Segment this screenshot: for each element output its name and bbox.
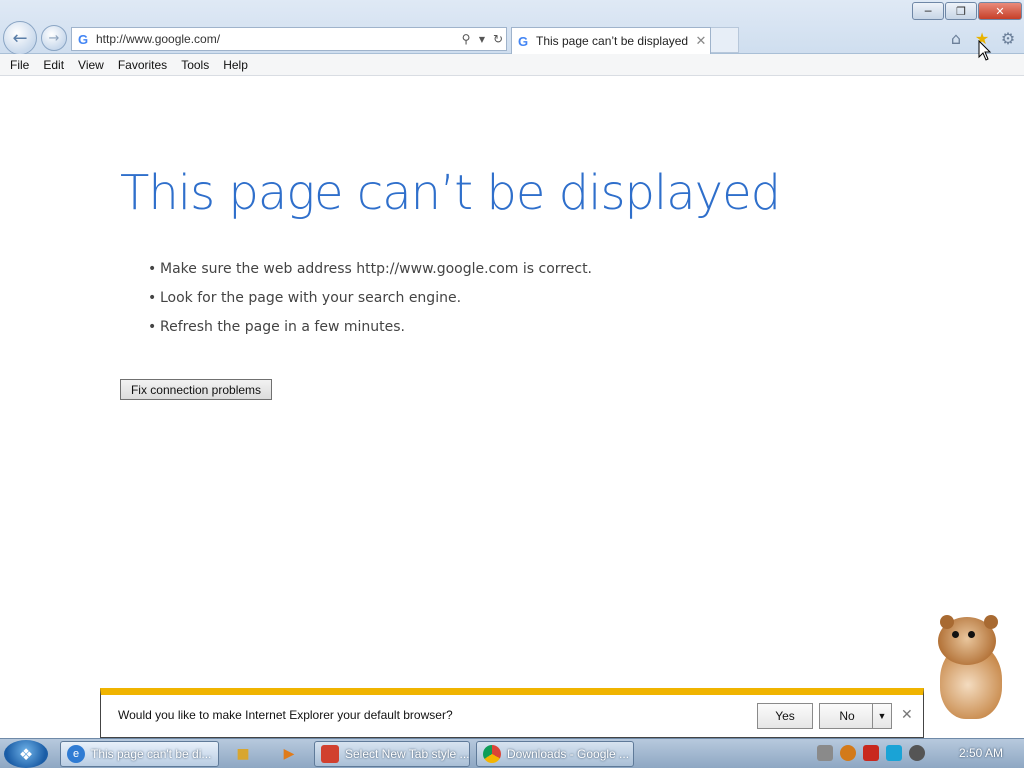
no-button[interactable]: No [819, 703, 875, 729]
tab-active[interactable]: G This page can’t be displayed ✕ [511, 27, 711, 54]
restore-button[interactable]: ❐ [945, 2, 977, 20]
menu-help[interactable]: Help [217, 58, 254, 72]
tray-app-icon[interactable] [817, 745, 833, 761]
google-favicon-icon: G [518, 33, 529, 49]
new-tab-button[interactable] [711, 27, 739, 53]
no-options-dropdown[interactable]: ▼ [872, 703, 892, 729]
back-button[interactable]: ← [3, 21, 37, 55]
taskbar-item-ie[interactable]: e This page can't be di... [60, 741, 219, 767]
taskbar-item-label: Select New Tab style ... [345, 747, 470, 761]
chevron-down-icon: ▼ [877, 711, 887, 721]
tray-volume-icon[interactable] [909, 745, 925, 761]
browser-toolbar: ← → G http://www.google.com/ ⚲ ▼ ↻ G Thi… [0, 0, 1024, 55]
chrome-icon [483, 745, 501, 763]
window-controls: ─ ❐ ✕ [912, 2, 1022, 20]
taskbar-item-label: Downloads - Google ... [507, 747, 630, 761]
tips-list: Make sure the web address http://www.goo… [148, 259, 592, 346]
menu-view[interactable]: View [72, 58, 110, 72]
media-player-icon[interactable]: ▶ [277, 743, 301, 765]
menu-file[interactable]: File [4, 58, 35, 72]
menu-bar: File Edit View Favorites Tools Help [0, 54, 1024, 76]
home-icon[interactable]: ⌂ [946, 28, 966, 48]
hamster-mascot-image [928, 615, 1012, 720]
forward-button[interactable]: → [41, 25, 67, 51]
taskbar-item-newtab-style[interactable]: Select New Tab style ... [314, 741, 470, 767]
minimize-button[interactable]: ─ [912, 2, 944, 20]
page-content: This page can’t be displayed Make sure t… [0, 77, 1024, 737]
list-item: Make sure the web address http://www.goo… [148, 259, 592, 288]
menu-tools[interactable]: Tools [175, 58, 215, 72]
address-url[interactable]: http://www.google.com/ [94, 32, 458, 46]
mouse-cursor-icon [978, 40, 992, 61]
refresh-icon[interactable]: ↻ [490, 32, 506, 46]
taskbar-item-chrome-downloads[interactable]: Downloads - Google ... [476, 741, 634, 767]
list-item: Refresh the page in a few minutes. [148, 317, 592, 346]
settings-gear-icon[interactable]: ⚙ [998, 28, 1018, 48]
taskbar-item-label: This page can't be di... [91, 747, 212, 761]
menu-edit[interactable]: Edit [37, 58, 70, 72]
menu-favorites[interactable]: Favorites [112, 58, 173, 72]
close-window-button[interactable]: ✕ [978, 2, 1022, 20]
notification-message: Would you like to make Internet Explorer… [118, 708, 453, 722]
screen: ← → G http://www.google.com/ ⚲ ▼ ↻ G Thi… [0, 0, 1024, 768]
google-favicon-icon: G [77, 31, 89, 47]
close-notification-icon[interactable]: ✕ [901, 707, 913, 723]
dropdown-arrow-icon[interactable]: ▼ [474, 35, 490, 44]
app-icon [321, 745, 339, 763]
tab-title: This page can’t be displayed [536, 34, 689, 48]
tray-search-icon[interactable] [840, 745, 856, 761]
taskbar: ❖ e This page can't be di... ■ ▶ Select … [0, 738, 1024, 768]
search-icon[interactable]: ⚲ [458, 32, 474, 46]
tray-flag-icon[interactable] [863, 745, 879, 761]
tab-close-icon[interactable]: ✕ [692, 34, 710, 49]
address-bar[interactable]: G http://www.google.com/ ⚲ ▼ ↻ [71, 27, 507, 51]
default-browser-notification: Would you like to make Internet Explorer… [100, 688, 924, 738]
tray-network-icon[interactable] [886, 745, 902, 761]
clock[interactable]: 2:50 AM [946, 746, 1016, 760]
ie-icon: e [67, 745, 85, 763]
list-item: Look for the page with your search engin… [148, 288, 592, 317]
folder-icon[interactable]: ■ [231, 743, 255, 765]
forward-icon: → [48, 30, 60, 46]
system-tray [817, 745, 925, 761]
start-button[interactable]: ❖ [4, 740, 48, 768]
back-icon: ← [12, 27, 28, 49]
yes-button[interactable]: Yes [757, 703, 813, 729]
windows-logo-icon: ❖ [18, 744, 34, 764]
page-title: This page can’t be displayed [120, 165, 781, 221]
fix-connection-button[interactable]: Fix connection problems [120, 379, 272, 400]
